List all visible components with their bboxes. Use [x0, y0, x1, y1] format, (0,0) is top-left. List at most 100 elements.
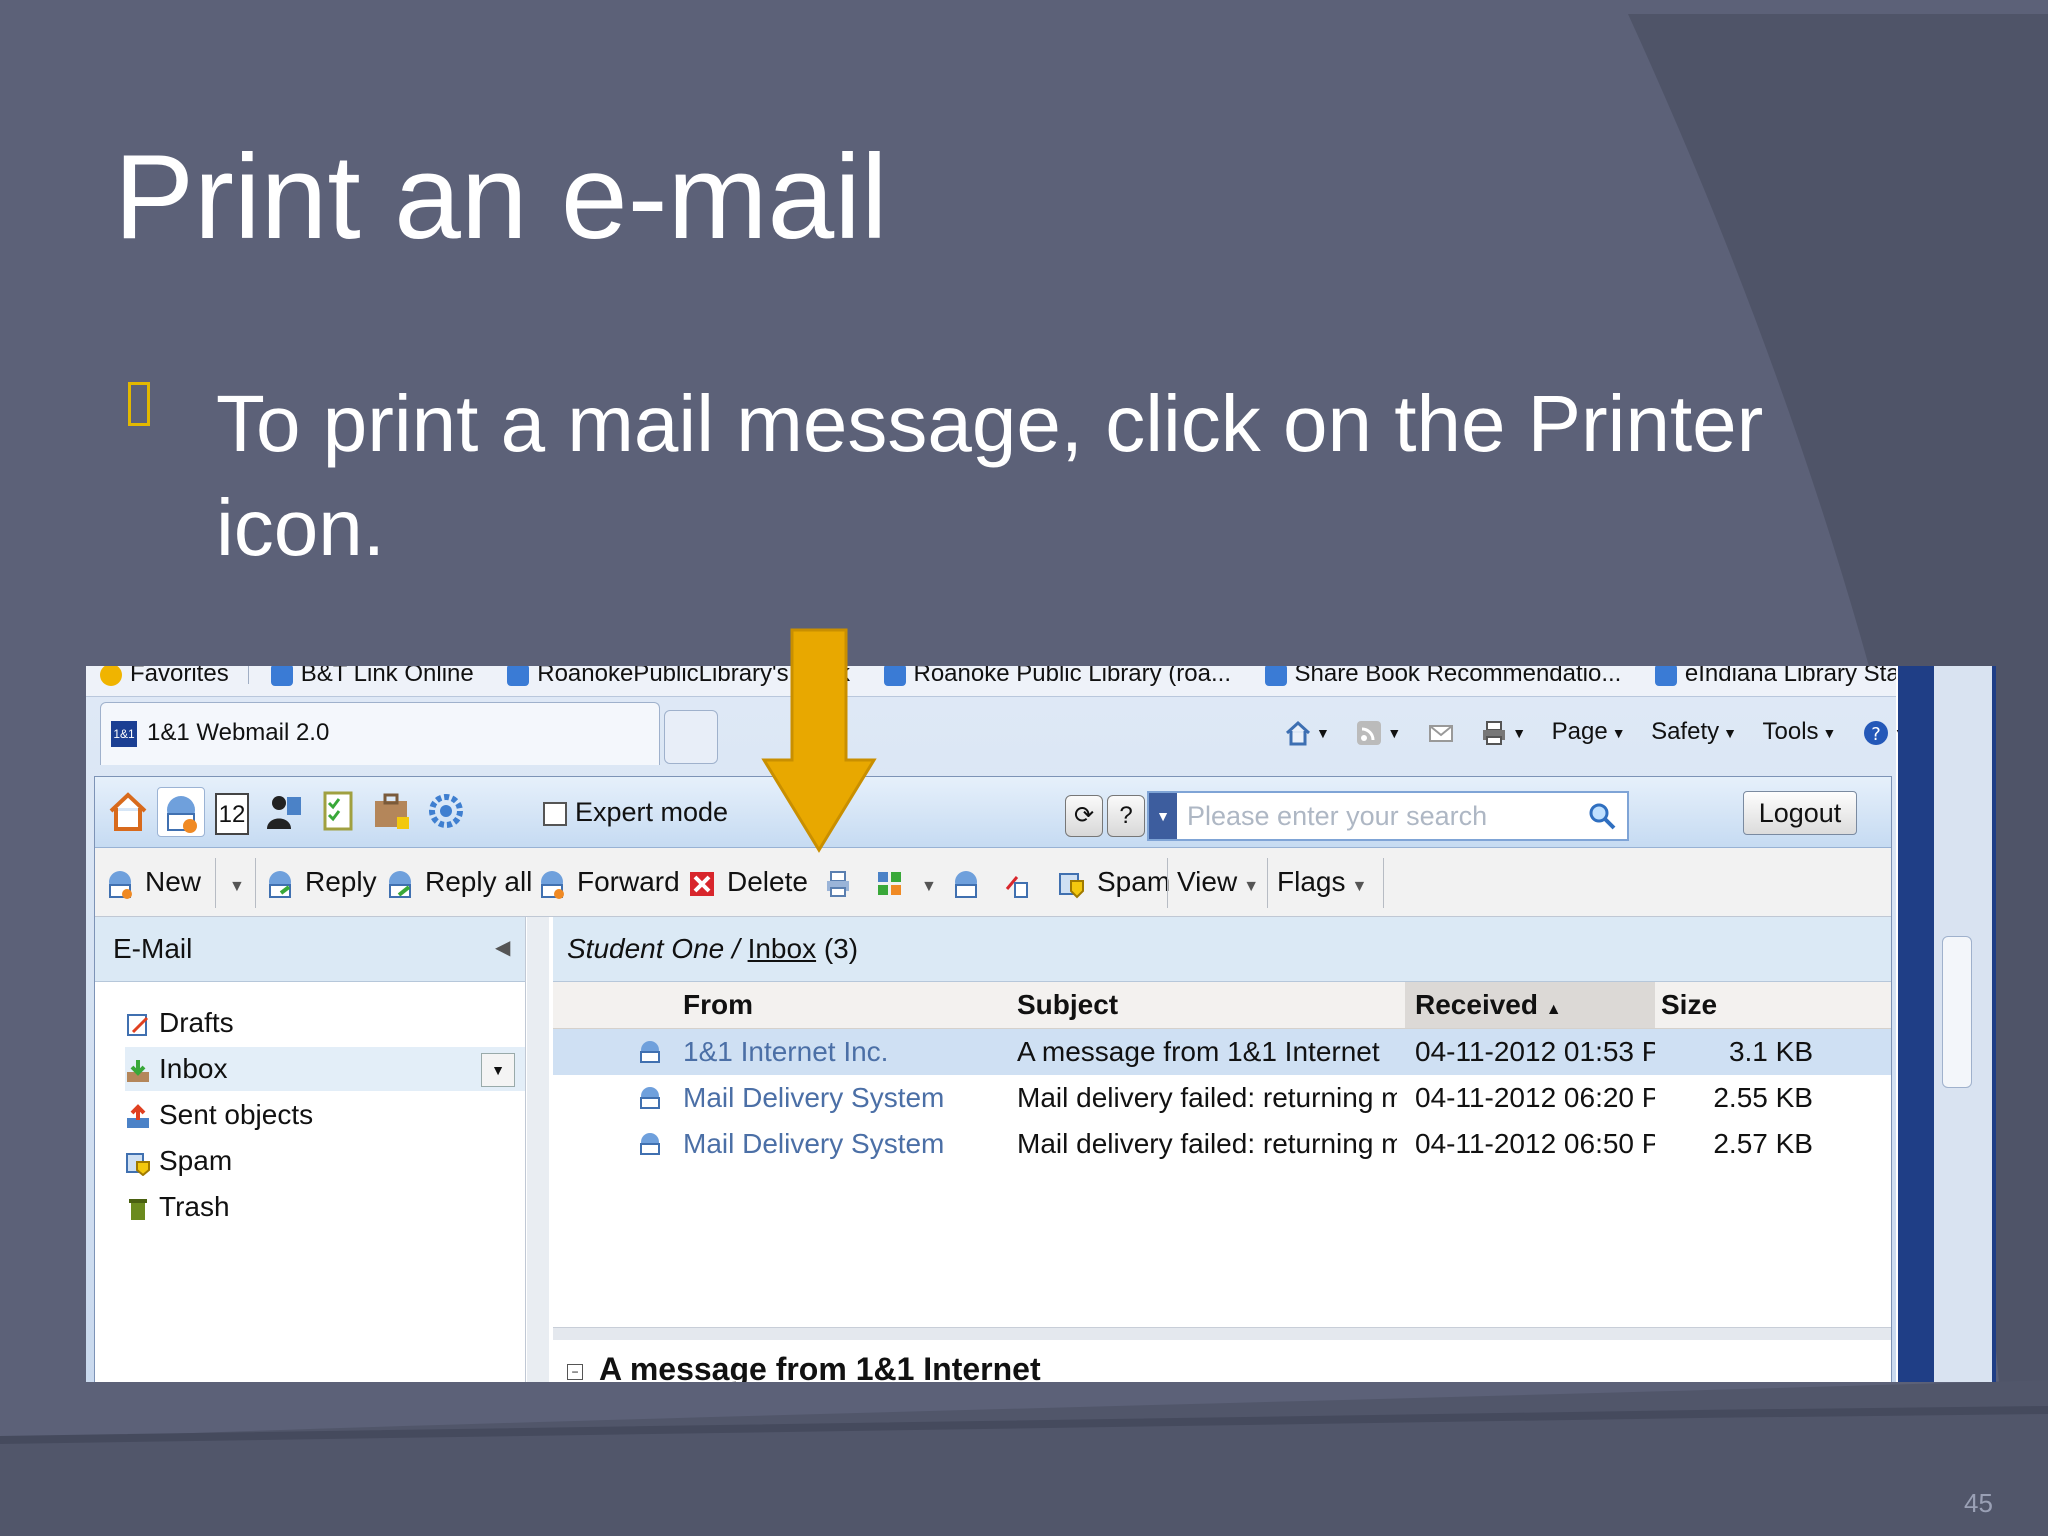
settings-gear-icon[interactable]	[423, 787, 469, 835]
chevron-down-icon: ▼	[1512, 724, 1527, 741]
sent-icon	[127, 1103, 149, 1128]
view-menu[interactable]: View ▼	[1177, 848, 1259, 916]
search-input[interactable]: Please enter your search	[1187, 801, 1487, 832]
column-headers: From Subject Received ▲ Size	[553, 982, 1891, 1029]
scrollbar-thumb[interactable]	[1942, 936, 1972, 1088]
favorite-link[interactable]: B&T Link Online	[270, 666, 474, 696]
message-row[interactable]: Mail Delivery System Mail delivery faile…	[553, 1075, 1891, 1121]
contacts-icon[interactable]	[261, 787, 307, 835]
move-button[interactable]: ▼	[875, 848, 937, 916]
chevron-down-icon[interactable]: ▼	[1149, 793, 1177, 839]
expert-mode-checkbox[interactable]: Expert mode	[543, 797, 728, 828]
briefcase-icon[interactable]	[369, 787, 415, 835]
help-button[interactable]: ?	[1107, 795, 1145, 837]
spam-button[interactable]: Spam	[1057, 848, 1170, 916]
spam-icon	[126, 1152, 150, 1176]
chevron-down-icon: ▼	[1316, 724, 1330, 741]
print-button[interactable]: ▼	[1480, 708, 1526, 757]
mail-read-icon	[955, 870, 977, 898]
column-size[interactable]: Size	[1661, 982, 1717, 1028]
safety-menu[interactable]: Safety ▼	[1651, 708, 1737, 757]
folder-drafts[interactable]: Drafts	[125, 1001, 525, 1045]
folder-pane-title: E-Mail	[113, 933, 193, 964]
ie-page-icon	[1654, 666, 1677, 686]
column-received[interactable]: Received ▲	[1405, 982, 1655, 1028]
search-box[interactable]: ▼ Please enter your search	[1147, 791, 1629, 841]
home-button[interactable]: ▼	[1284, 708, 1330, 757]
checkbox[interactable]	[543, 801, 567, 826]
message-list-pane: Student One / Inbox (3) From Subject Rec…	[553, 917, 1891, 1382]
favorite-link[interactable]: eIndiana Library Staff Infor...	[1654, 666, 1896, 696]
folder-spam[interactable]: Spam	[125, 1139, 525, 1183]
folder-inbox[interactable]: Inbox ▼	[125, 1047, 525, 1091]
forward-button[interactable]: Forward	[537, 848, 680, 916]
page-menu[interactable]: Page ▼	[1552, 708, 1626, 757]
message-from: Mail Delivery System	[683, 1128, 945, 1159]
reply-all-button[interactable]: Reply all	[385, 848, 532, 916]
mail-button[interactable]	[1427, 708, 1455, 756]
pane-splitter[interactable]	[527, 917, 549, 1382]
reply-all-icon	[389, 870, 411, 898]
column-from[interactable]: From	[683, 982, 753, 1028]
down-arrow-icon	[761, 628, 877, 853]
delete-button[interactable]: Delete	[687, 848, 808, 916]
separator	[248, 666, 250, 684]
tasks-icon[interactable]	[315, 787, 361, 835]
message-row[interactable]: Mail Delivery System Mail delivery faile…	[553, 1121, 1891, 1167]
chevron-down-icon[interactable]: ▼	[481, 1053, 515, 1087]
window-scrollbar[interactable]	[1898, 666, 1996, 1382]
folder-pane-header: E-Mail ◀	[95, 917, 525, 982]
folder-trash[interactable]: Trash	[125, 1185, 525, 1229]
home-icon	[1285, 720, 1311, 746]
mark-read-button[interactable]	[951, 848, 991, 916]
attachment-icon	[1005, 875, 1028, 898]
breadcrumb-user: Student One	[567, 933, 725, 964]
help-icon: ?	[1863, 720, 1888, 745]
chevron-down-icon: ▼	[921, 878, 937, 895]
webmail-app: 12 Expert mode ⟳ ? ▼ Please enter your s…	[94, 776, 1892, 1382]
webmail-logo-icon: 1&1	[111, 721, 137, 747]
new-button[interactable]: New	[105, 848, 201, 916]
search-icon[interactable]	[1587, 801, 1617, 831]
chevron-down-icon: ▼	[1723, 724, 1737, 741]
bullet-text: To print a mail message, click on the Pr…	[216, 379, 1764, 572]
new-dropdown[interactable]: ▼	[223, 848, 245, 916]
move-icon	[878, 871, 901, 895]
logout-button[interactable]: Logout	[1743, 791, 1857, 835]
home-icon[interactable]	[105, 787, 151, 835]
star-icon	[100, 666, 122, 686]
email-icon[interactable]	[157, 787, 205, 837]
folder-sent[interactable]: Sent objects	[125, 1093, 525, 1137]
message-row[interactable]: 1&1 Internet Inc. A message from 1&1 Int…	[553, 1029, 1891, 1075]
collapse-icon[interactable]: ◀	[495, 935, 510, 960]
preview-splitter[interactable]	[553, 1327, 1891, 1340]
chevron-down-icon: ▼	[1243, 878, 1260, 895]
refresh-button[interactable]: ⟳	[1065, 795, 1103, 837]
page-number: 45	[1964, 1488, 1993, 1518]
print-button[interactable]	[823, 848, 863, 916]
new-tab-button[interactable]	[664, 710, 718, 764]
favorite-link[interactable]: Roanoke Public Library (roa...	[883, 666, 1231, 696]
attachment-button[interactable]	[1001, 848, 1041, 916]
rss-icon	[1357, 720, 1382, 745]
reply-button[interactable]: Reply	[265, 848, 377, 916]
breadcrumb-folder-link[interactable]: Inbox	[748, 933, 817, 964]
column-subject[interactable]: Subject	[1017, 982, 1118, 1028]
calendar-icon[interactable]: 12	[211, 787, 251, 835]
browser-tab[interactable]: 1&1 1&1 Webmail 2.0	[100, 702, 660, 765]
chevron-down-icon: ▼	[1822, 724, 1837, 741]
flags-menu[interactable]: Flags ▼	[1277, 848, 1367, 916]
feeds-button[interactable]: ▼	[1355, 708, 1401, 757]
message-subject: A message from 1&1 Internet	[1017, 1036, 1380, 1067]
favorite-link[interactable]: Share Book Recommendatio...	[1264, 666, 1621, 696]
ie-page-icon	[507, 666, 530, 686]
collapse-icon[interactable]: −	[567, 1363, 583, 1380]
favorites-bar: Favorites B&T Link Online RoanokePublicL…	[86, 666, 1896, 697]
message-count: (3)	[816, 933, 859, 964]
breadcrumb: Student One / Inbox (3)	[553, 917, 1891, 982]
tools-menu[interactable]: Tools ▼	[1763, 708, 1837, 757]
svg-text:?: ?	[1871, 724, 1881, 745]
webmail-screenshot: Favorites B&T Link Online RoanokePublicL…	[86, 666, 1996, 1382]
favorites-button[interactable]: Favorites	[100, 666, 229, 696]
chevron-down-icon: ▼	[1351, 878, 1368, 895]
